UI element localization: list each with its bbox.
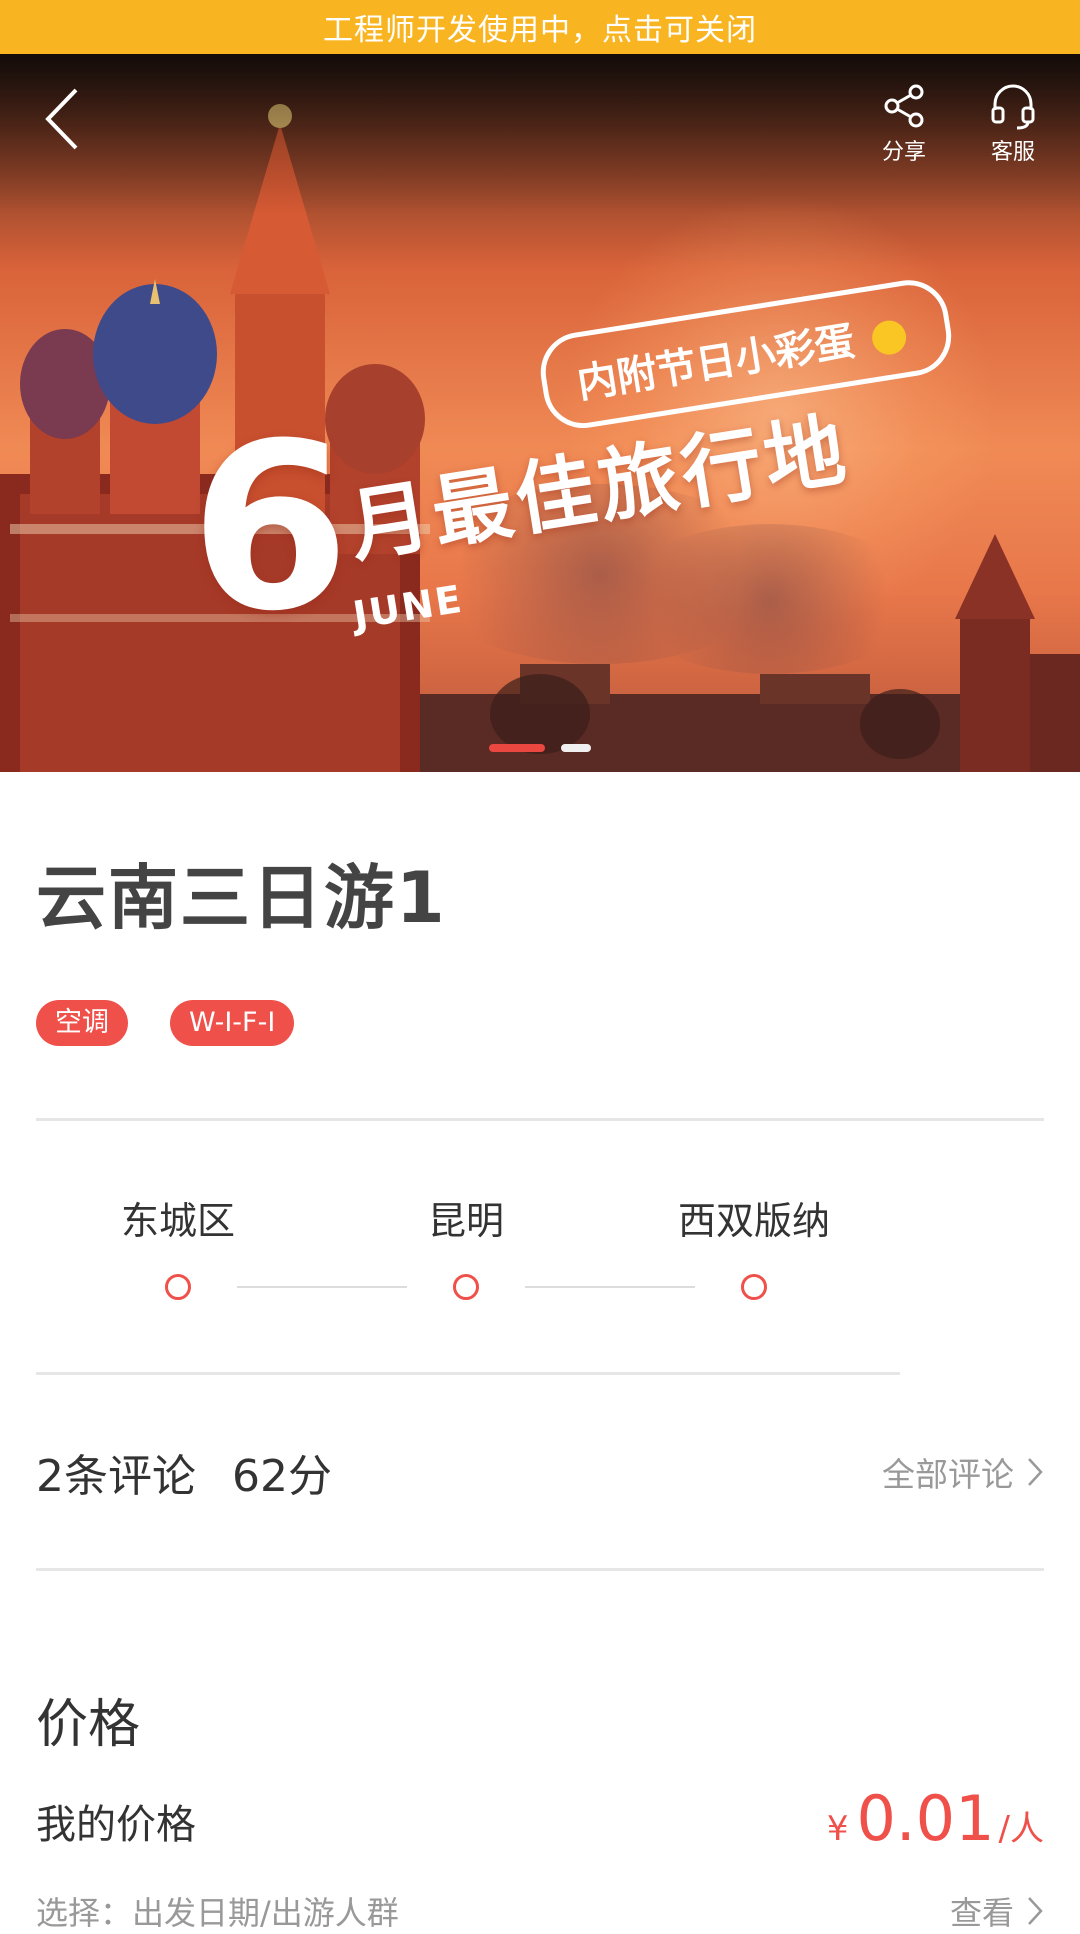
route-node-icon xyxy=(741,1274,767,1300)
review-count: 2条评论 xyxy=(36,1451,196,1502)
carousel-dot-active[interactable] xyxy=(489,744,545,752)
share-button[interactable]: 分享 xyxy=(864,82,944,182)
price-unit: /人 xyxy=(998,1809,1044,1849)
chevron-right-icon xyxy=(1028,1897,1043,1925)
hero-promo-text: 内附节日小彩蛋 6 月最佳旅行地 JUNE xyxy=(190,274,1010,684)
share-icon xyxy=(884,84,924,128)
route-stop-label: 东城区 xyxy=(120,1199,236,1243)
customer-service-button[interactable]: 客服 xyxy=(973,82,1053,182)
reviews-summary: 2条评论 62分 xyxy=(36,1440,332,1504)
divider xyxy=(36,1372,900,1375)
carousel-dot[interactable] xyxy=(561,744,591,752)
route-connector xyxy=(237,1286,407,1288)
service-label: 客服 xyxy=(990,140,1035,165)
my-price-label: 我的价格 xyxy=(36,1802,196,1848)
back-button[interactable] xyxy=(36,84,96,154)
review-score: 62分 xyxy=(232,1451,332,1502)
view-options-link[interactable]: 查看 xyxy=(950,1888,1044,1934)
dev-mode-banner[interactable]: 工程师开发使用中，点击可关闭 xyxy=(0,0,1080,54)
dev-banner-text: 工程师开发使用中，点击可关闭 xyxy=(323,13,757,48)
select-options-label: 选择：出发日期/出游人群 xyxy=(36,1894,399,1932)
carousel-indicator xyxy=(0,744,1080,752)
divider xyxy=(36,1568,1044,1571)
chevron-right-icon xyxy=(1028,1458,1043,1486)
hero-big-number: 6 xyxy=(190,395,351,662)
easter-egg-icon xyxy=(869,318,909,358)
hero-month-label: JUNE xyxy=(350,576,467,638)
feature-tag: W-I-F-I xyxy=(170,1000,295,1046)
hero-banner[interactable]: 内附节日小彩蛋 6 月最佳旅行地 JUNE 分享 客服 xyxy=(0,54,1080,772)
route-node-icon xyxy=(453,1274,479,1300)
all-reviews-label: 全部评论 xyxy=(882,1455,1014,1494)
currency-symbol: ¥ xyxy=(826,1809,849,1849)
route-stop-label: 昆明 xyxy=(427,1199,505,1243)
view-label: 查看 xyxy=(949,1894,1014,1932)
price-section-heading: 价格 xyxy=(36,1695,141,1755)
price-amount: 0.01 xyxy=(856,1782,995,1855)
share-label: 分享 xyxy=(881,140,926,165)
all-reviews-link[interactable]: 全部评论 xyxy=(882,1448,1044,1496)
my-price-value: ¥ 0.01 /人 xyxy=(827,1782,1044,1855)
product-title: 云南三日游1 xyxy=(36,857,447,939)
divider xyxy=(36,1118,1044,1121)
feature-tags: 空调 W-I-F-I xyxy=(36,1000,295,1046)
route-node-icon xyxy=(165,1274,191,1300)
chevron-left-icon xyxy=(45,88,78,150)
route-stop-label: 西双版纳 xyxy=(677,1199,831,1243)
route-connector xyxy=(525,1286,695,1288)
feature-tag: 空调 xyxy=(36,1000,128,1046)
headset-icon xyxy=(991,84,1035,130)
